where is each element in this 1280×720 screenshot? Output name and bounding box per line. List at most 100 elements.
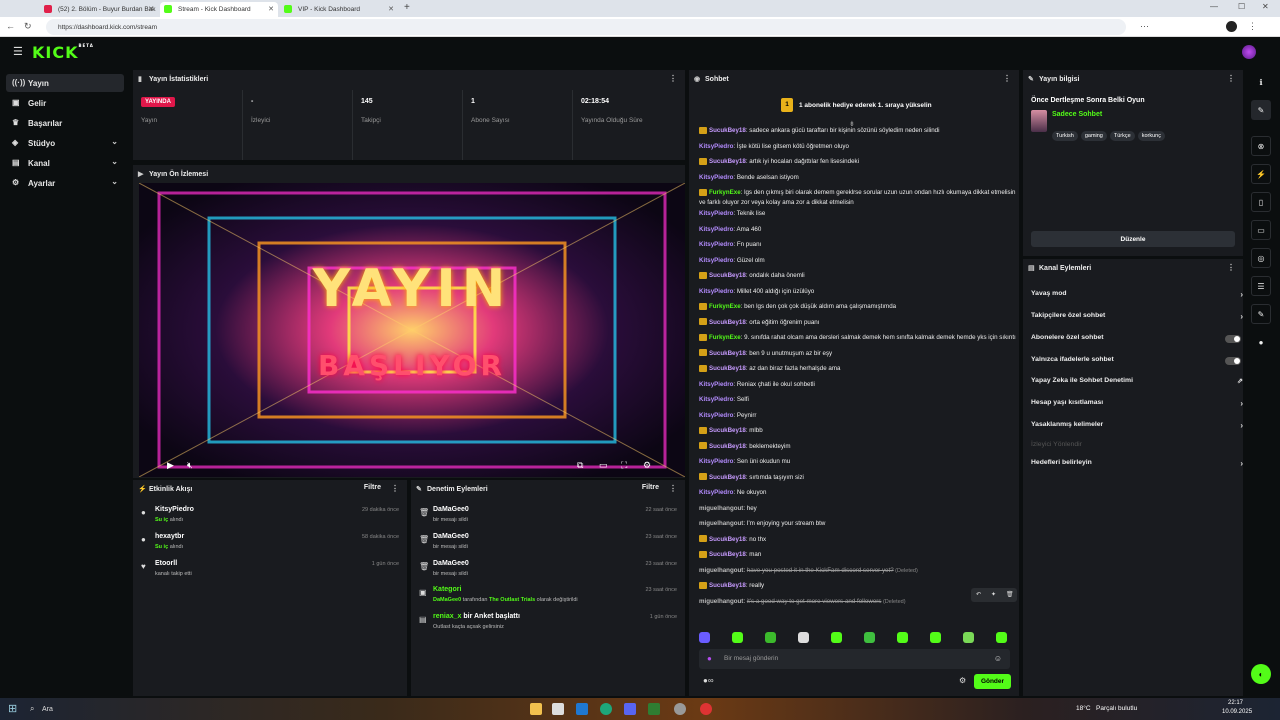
more-icon[interactable]: ⋮ [1227, 263, 1235, 272]
more-icon[interactable]: ⋮ [391, 484, 399, 493]
chat-username[interactable]: SucukBey18 [709, 319, 746, 326]
pinned-goal[interactable]: 1 1 abonelik hediye ederek 1. sıraya yük… [781, 98, 932, 112]
toggle-switch[interactable] [1225, 335, 1241, 343]
user-avatar[interactable] [1242, 45, 1256, 59]
activity-user[interactable]: hexaytbr [155, 533, 184, 540]
chat-username[interactable]: KitsyPiedro [699, 143, 733, 150]
more-icon[interactable]: ⋮ [1003, 74, 1011, 83]
chat-username[interactable]: KitsyPiedro [699, 288, 733, 295]
moderator-name[interactable]: DaMaGee0 [433, 560, 469, 567]
settings-icon[interactable]: ⚙ [643, 460, 651, 471]
back-icon[interactable]: ← [6, 21, 15, 31]
chat-message[interactable]: KitsyPiedro: Millet 400 aldığı için üzül… [699, 287, 1017, 297]
action-emotes-only[interactable]: Yalnızca ifadelerle sohbet [1031, 356, 1243, 370]
clock-date[interactable]: 10.09.2025 [1222, 709, 1252, 715]
edge-icon[interactable] [600, 703, 612, 715]
people-icon[interactable]: ● [1251, 332, 1271, 352]
emote-icon[interactable] [765, 632, 776, 643]
pin-message-icon[interactable]: ✦ [991, 591, 996, 598]
emote-icon[interactable] [864, 632, 875, 643]
close-window-icon[interactable]: ✕ [1262, 2, 1269, 11]
chat-people-icon[interactable]: ●∞ [703, 676, 714, 685]
reload-icon[interactable]: ↻ [24, 21, 32, 32]
chat-username[interactable]: KitsyPiedro [699, 381, 733, 388]
pip-icon[interactable]: ⧉ [577, 460, 583, 471]
kick-logo[interactable]: KICKBETA [32, 43, 94, 62]
chat-username[interactable]: KitsyPiedro [699, 257, 733, 264]
chat-message[interactable]: miguelhangout: I'm enjoying your stream … [699, 519, 1017, 529]
chat-username[interactable]: SucukBey18 [709, 582, 746, 589]
hamburger-icon[interactable]: ☰ [13, 45, 23, 58]
chat-message[interactable]: KitsyPiedro: Ama 460 [699, 225, 1017, 235]
close-icon[interactable]: ✕ [148, 5, 154, 13]
theater-icon[interactable]: ▭ [599, 460, 608, 471]
chat-username[interactable]: KitsyPiedro [699, 489, 733, 496]
file-explorer-icon[interactable] [530, 703, 542, 715]
activity-user[interactable]: KitsyPiedro [155, 506, 194, 513]
sidebar-item-kanal[interactable]: ▤ Kanal ⌄ [6, 154, 124, 172]
filter-button[interactable]: Filtre [364, 484, 381, 491]
chat-bubble-icon[interactable]: ▭ [1251, 220, 1271, 240]
notepad-icon[interactable] [552, 703, 564, 715]
tag[interactable]: Turkish [1052, 131, 1078, 141]
chat-username[interactable]: KitsyPiedro [699, 241, 733, 248]
lightning-icon[interactable]: ⚡ [1251, 164, 1271, 184]
chat-username[interactable]: KitsyPiedro [699, 396, 733, 403]
chat-message[interactable]: SucukBey18: artık iyi hocaları dağıttıla… [699, 157, 1017, 167]
filter-button[interactable]: Filtre [642, 484, 659, 491]
action-goals[interactable]: Hedefleri belirleyin › [1031, 459, 1243, 473]
emote-icon[interactable] [963, 632, 974, 643]
maximize-icon[interactable]: ☐ [1238, 2, 1245, 11]
reply-icon[interactable]: ↶ [976, 591, 981, 598]
chat-message[interactable]: FurkynExe: ben lgs den çok çok düşük ald… [699, 302, 1017, 312]
chat-message[interactable]: SucukBey18: man [699, 550, 1017, 560]
sidebar-item-studyo[interactable]: ◈ Stüdyo ⌄ [6, 134, 124, 152]
sidebar-item-yayin[interactable]: ((·)) Yayın [6, 74, 124, 92]
moderator-name[interactable]: DaMaGee0 [433, 533, 469, 540]
sidebar-item-basarilar[interactable]: ♛ Başarılar [6, 114, 124, 132]
tag[interactable]: korkunç [1137, 131, 1165, 141]
support-icon[interactable]: ◐ [1251, 664, 1271, 684]
app-icon[interactable] [648, 703, 660, 715]
moderator-name[interactable]: reniax_x [433, 613, 461, 620]
list-icon[interactable]: ☰ [1251, 276, 1271, 296]
weather-temp[interactable]: 18°C [1076, 705, 1091, 712]
chat-username[interactable]: SucukBey18 [709, 158, 746, 165]
chat-username[interactable]: miguelhangout [699, 598, 743, 605]
chat-username[interactable]: miguelhangout [699, 567, 743, 574]
new-tab-icon[interactable]: + [404, 2, 410, 13]
chat-username[interactable]: SucukBey18 [709, 350, 746, 357]
moderator-name[interactable]: DaMaGee0 [433, 597, 461, 603]
chat-message[interactable]: KitsyPiedro: Güzel olm [699, 256, 1017, 266]
action-followers-only[interactable]: Takipçilere özel sohbet › [1031, 312, 1243, 326]
emote-icon[interactable] [732, 632, 743, 643]
obs-icon[interactable] [674, 703, 686, 715]
chat-username[interactable]: KitsyPiedro [699, 210, 733, 217]
chat-message[interactable]: KitsyPiedro: İşte kötü lise gitsem kötü … [699, 142, 1017, 152]
chat-message[interactable]: SucukBey18: no thx [699, 535, 1017, 545]
clipboard-icon[interactable]: ▯ [1251, 192, 1271, 212]
extensions-icon[interactable]: ⋯ [1140, 21, 1149, 32]
activity-user[interactable]: Etoorll [155, 560, 177, 567]
category-name[interactable]: The Outlast Trials [489, 597, 535, 603]
broadcast-icon[interactable]: ◎ [1251, 248, 1271, 268]
chat-message[interactable]: KitsyPiedro: Ne okuyon [699, 488, 1017, 498]
chat-username[interactable]: miguelhangout [699, 520, 743, 527]
chat-username[interactable]: KitsyPiedro [699, 458, 733, 465]
chat-message[interactable]: KitsyPiedro: Selfi [699, 395, 1017, 405]
chat-message[interactable]: SucukBey18: orta eğitim öğrenim puanı [699, 318, 1017, 328]
chat-message[interactable]: KitsyPiedro: Sen üni okudun mu [699, 457, 1017, 467]
chat-message[interactable]: SucukBey18: az dan biraz fazla herhalşde… [699, 364, 1017, 374]
mute-icon[interactable]: 🔇︎ [187, 460, 193, 471]
chat-message[interactable]: miguelhangout: it's a good way to get mo… [699, 597, 1017, 607]
browser-tab[interactable]: VIP - Kick Dashboard ✕ [280, 2, 398, 17]
chat-username[interactable]: SucukBey18 [709, 272, 746, 279]
info-icon[interactable]: ℹ [1251, 72, 1271, 92]
chat-message[interactable]: SucukBey18: beklemekteyim [699, 442, 1017, 452]
wrench-icon[interactable]: ✎ [1251, 304, 1271, 324]
address-bar[interactable]: https://dashboard.kick.com/stream [46, 19, 1126, 35]
discord-icon[interactable] [624, 703, 636, 715]
action-subscribers-only[interactable]: Abonelere özel sohbet [1031, 334, 1243, 348]
play-icon[interactable]: ▶ [167, 460, 174, 471]
chat-message[interactable]: SucukBey18: sadece ankara gücü taraftarı… [699, 126, 1017, 136]
